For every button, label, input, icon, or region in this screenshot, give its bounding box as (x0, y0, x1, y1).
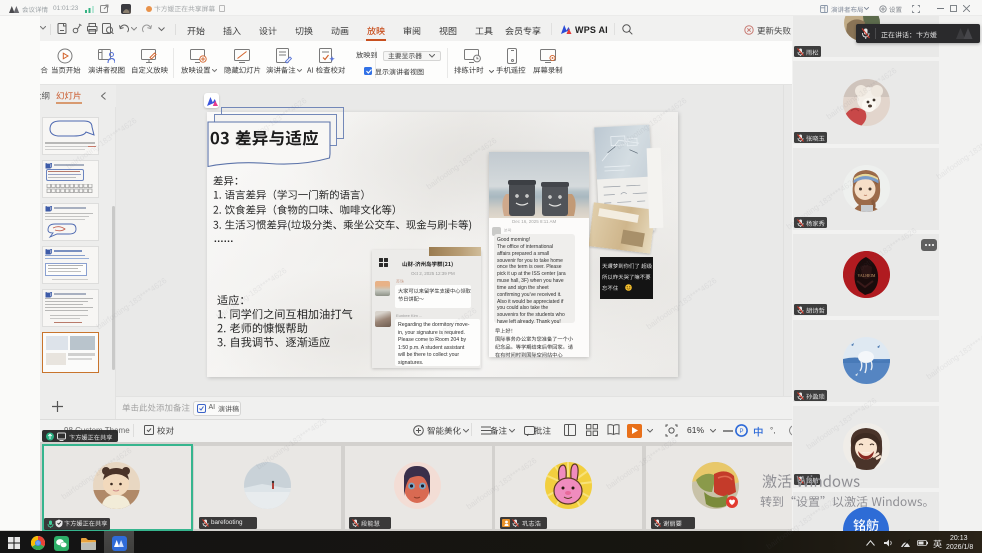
svg-text:P: P (739, 429, 743, 435)
